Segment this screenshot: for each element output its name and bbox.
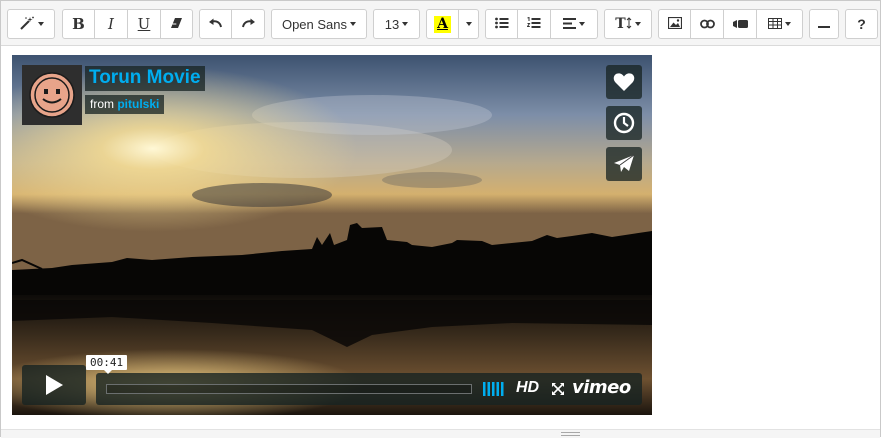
heart-icon (613, 73, 635, 91)
bulleted-list-icon (494, 17, 509, 32)
watch-later-button[interactable] (606, 106, 642, 140)
editor-toolbar: B I U Open Sans 13 A T ? (1, 1, 880, 46)
editor-content-area[interactable]: Torun Movie from pitulski HD vimeo 00:41 (1, 46, 880, 429)
underline-button[interactable]: U (128, 9, 161, 39)
line-height-dropdown[interactable]: T (604, 9, 652, 39)
bold-label: B (72, 15, 85, 33)
eraser-icon (170, 17, 183, 32)
numbered-list-icon (526, 16, 541, 32)
undo-button[interactable] (199, 9, 232, 39)
like-button[interactable] (606, 65, 642, 99)
line-height-label: T (615, 16, 626, 32)
horizontal-rule-icon (818, 17, 830, 32)
link-icon (699, 17, 715, 32)
font-family-dropdown[interactable]: Open Sans (271, 9, 367, 39)
hd-toggle[interactable]: HD (516, 379, 539, 397)
byline-prefix: from (90, 97, 114, 111)
font-size-value: 13 (384, 16, 400, 32)
redo-icon (241, 17, 256, 32)
chevron-down-icon (37, 22, 44, 26)
video-byline: from pitulski (85, 95, 165, 114)
vimeo-logo[interactable]: vimeo (572, 377, 631, 398)
underline-label: U (137, 15, 151, 33)
play-button[interactable] (22, 365, 86, 405)
table-icon (768, 17, 782, 32)
magic-wand-icon (19, 16, 35, 33)
progress-bar[interactable] (106, 384, 472, 394)
highlight-color-button[interactable]: A (426, 9, 459, 39)
highlight-label: A (434, 15, 451, 33)
insert-table-dropdown[interactable] (757, 9, 803, 39)
style-dropdown-button[interactable] (7, 9, 55, 39)
uploader-avatar[interactable] (22, 65, 82, 125)
insert-picture-button[interactable] (658, 9, 691, 39)
numbered-list-button[interactable] (518, 9, 551, 39)
timecode-tooltip: 00:41 (86, 355, 128, 374)
font-family-value: Open Sans (281, 16, 348, 32)
play-icon (46, 375, 63, 395)
paper-plane-icon (614, 154, 635, 172)
embedded-video-player[interactable]: Torun Movie from pitulski HD vimeo 00:41 (12, 55, 652, 415)
chevron-down-icon (634, 22, 641, 26)
chevron-down-icon (579, 22, 585, 26)
chevron-down-icon (350, 22, 357, 26)
smiley-face-icon (29, 72, 75, 118)
volume-icon[interactable] (483, 382, 507, 401)
fullscreen-icon[interactable] (551, 382, 565, 401)
horizontal-rule-button[interactable] (809, 9, 839, 39)
clock-icon (613, 112, 635, 134)
help-button[interactable]: ? (845, 9, 878, 39)
insert-link-button[interactable] (691, 9, 724, 39)
chevron-down-icon (785, 22, 791, 26)
line-height-icon (626, 16, 632, 32)
share-button[interactable] (606, 147, 642, 181)
picture-icon (667, 16, 682, 32)
resize-grip-icon[interactable] (561, 432, 580, 436)
uploader-link[interactable]: pitulski (117, 97, 159, 111)
video-camera-icon (732, 17, 748, 32)
editor-resize-bar[interactable] (1, 429, 880, 438)
font-size-dropdown[interactable]: 13 (373, 9, 420, 39)
rich-text-editor: B I U Open Sans 13 A T ? Torun Movie fro… (0, 0, 881, 438)
clear-format-button[interactable] (161, 9, 193, 39)
paragraph-align-dropdown[interactable] (551, 9, 598, 39)
align-left-icon (563, 17, 576, 32)
italic-button[interactable]: I (95, 9, 128, 39)
chevron-down-icon (402, 22, 409, 26)
highlight-color-dropdown[interactable] (459, 9, 479, 39)
player-controls: HD vimeo (96, 373, 642, 405)
bulleted-list-button[interactable] (485, 9, 518, 39)
video-title-link[interactable]: Torun Movie (85, 66, 205, 91)
bold-button[interactable]: B (62, 9, 95, 39)
chevron-down-icon (465, 22, 472, 26)
redo-button[interactable] (232, 9, 265, 39)
italic-label: I (108, 15, 114, 33)
help-label: ? (857, 16, 866, 32)
insert-video-button[interactable] (724, 9, 757, 39)
undo-icon (208, 17, 223, 32)
